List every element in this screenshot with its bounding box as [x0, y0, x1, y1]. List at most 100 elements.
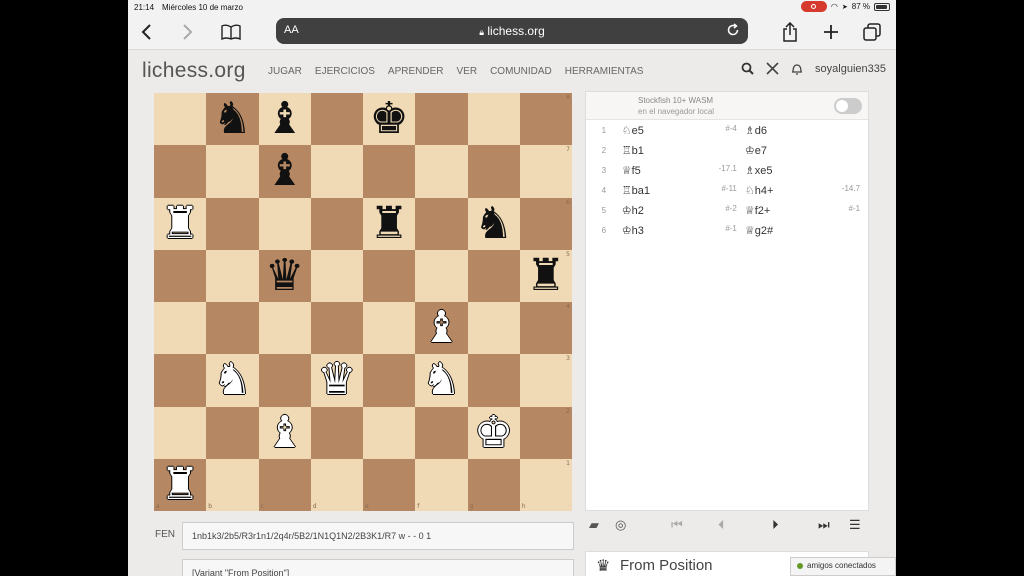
- notifications-bell-icon[interactable]: [791, 62, 803, 75]
- white-move[interactable]: ♖ba1 #-11: [622, 184, 745, 197]
- square-h2[interactable]: 2: [519, 406, 572, 459]
- square-e1[interactable]: e: [363, 458, 416, 511]
- white-knight-piece[interactable]: ♞: [213, 358, 252, 402]
- square-h3[interactable]: 3: [519, 354, 572, 407]
- square-c4[interactable]: [258, 302, 311, 355]
- square-e4[interactable]: [363, 302, 416, 355]
- nav-aprender[interactable]: APRENDER: [388, 66, 444, 77]
- nav-ver[interactable]: VER: [457, 66, 478, 77]
- white-king-piece[interactable]: ♚: [474, 410, 513, 455]
- square-d6[interactable]: [310, 197, 363, 250]
- square-d7[interactable]: [310, 145, 363, 198]
- square-c1[interactable]: c: [258, 458, 311, 511]
- white-rook-piece[interactable]: ♜: [160, 201, 199, 246]
- square-b7[interactable]: [206, 145, 259, 198]
- square-b5[interactable]: [206, 249, 259, 302]
- chess-board[interactable]: ♞ ♝ ♚ 8 ♝ 7 ♜ ♜ ♞ 6 ♛ ♜ 5 ♝ 4 ♞ ♛ ♞ 3 ♝ ♚ 2 ♜ a b c d e f g 1 h: [154, 93, 572, 511]
- square-e6[interactable]: ♜: [363, 197, 416, 250]
- black-king-piece[interactable]: ♚: [369, 97, 408, 141]
- engine-toggle[interactable]: [834, 98, 862, 114]
- black-rook-piece[interactable]: ♜: [369, 201, 408, 246]
- square-f1[interactable]: f: [415, 458, 468, 511]
- square-d8[interactable]: [310, 93, 363, 146]
- challenges-icon[interactable]: [766, 62, 779, 75]
- square-b4[interactable]: [206, 302, 259, 355]
- black-knight-piece[interactable]: ♞: [474, 201, 513, 246]
- tabs-overview-icon[interactable]: [861, 21, 883, 43]
- black-knight-piece[interactable]: ♞: [213, 97, 252, 141]
- forward-icon[interactable]: [176, 21, 198, 43]
- square-e8[interactable]: ♚: [363, 93, 416, 146]
- first-move-icon[interactable]: ⏮: [671, 517, 683, 533]
- square-d1[interactable]: d: [310, 458, 363, 511]
- previous-move-icon[interactable]: ⏴: [718, 517, 725, 533]
- target-icon[interactable]: ◎: [615, 517, 626, 533]
- white-rook-piece[interactable]: ♜: [160, 462, 199, 507]
- white-bishop-piece[interactable]: ♝: [265, 410, 304, 455]
- square-d2[interactable]: [310, 406, 363, 459]
- square-b3[interactable]: ♞: [206, 354, 259, 407]
- square-f6[interactable]: [415, 197, 468, 250]
- square-g3[interactable]: [467, 354, 520, 407]
- black-queen-piece[interactable]: ♛: [265, 253, 304, 298]
- nav-ejercicios[interactable]: EJERCICIOS: [315, 66, 375, 77]
- square-b8[interactable]: ♞: [206, 93, 259, 146]
- square-h7[interactable]: 7: [519, 145, 572, 198]
- menu-icon[interactable]: ☰: [849, 517, 861, 533]
- square-g8[interactable]: [467, 93, 520, 146]
- square-e2[interactable]: [363, 406, 416, 459]
- nav-herramientas[interactable]: HERRAMIENTAS: [565, 66, 644, 77]
- square-c5[interactable]: ♛: [258, 249, 311, 302]
- black-move[interactable]: ♔e7: [745, 144, 868, 157]
- square-c8[interactable]: ♝: [258, 93, 311, 146]
- lichess-logo[interactable]: lichess.org: [142, 59, 246, 83]
- square-h1[interactable]: 1h: [519, 458, 572, 511]
- square-f8[interactable]: [415, 93, 468, 146]
- square-f7[interactable]: [415, 145, 468, 198]
- new-tab-icon[interactable]: [820, 21, 842, 43]
- book-icon[interactable]: ▰: [589, 517, 599, 533]
- black-move[interactable]: ♗xe5: [745, 164, 868, 177]
- friends-online-button[interactable]: amigos conectados: [790, 557, 896, 576]
- square-c2[interactable]: ♝: [258, 406, 311, 459]
- square-g2[interactable]: ♚: [467, 406, 520, 459]
- white-move[interactable]: ♔h3 #-1: [622, 224, 745, 237]
- black-move[interactable]: ♗d6: [745, 124, 868, 137]
- black-move[interactable]: ♕f2+ #-1: [745, 204, 868, 217]
- square-a1[interactable]: ♜ a: [154, 458, 207, 511]
- address-bar[interactable]: AA 🔒︎ lichess.org: [276, 18, 748, 44]
- square-e7[interactable]: [363, 145, 416, 198]
- square-g6[interactable]: ♞: [467, 197, 520, 250]
- square-c7[interactable]: ♝: [258, 145, 311, 198]
- nav-jugar[interactable]: JUGAR: [268, 66, 302, 77]
- square-a4[interactable]: [154, 302, 207, 355]
- black-rook-piece[interactable]: ♜: [526, 253, 565, 298]
- white-knight-piece[interactable]: ♞: [422, 358, 461, 402]
- square-f5[interactable]: [415, 249, 468, 302]
- square-a3[interactable]: [154, 354, 207, 407]
- white-queen-piece[interactable]: ♛: [317, 358, 356, 402]
- reload-icon[interactable]: [726, 23, 740, 37]
- square-d4[interactable]: [310, 302, 363, 355]
- next-move-icon[interactable]: ⏵: [772, 517, 779, 533]
- square-e3[interactable]: [363, 354, 416, 407]
- square-b2[interactable]: [206, 406, 259, 459]
- square-c6[interactable]: [258, 197, 311, 250]
- nav-comunidad[interactable]: COMUNIDAD: [490, 66, 552, 77]
- square-h6[interactable]: 6: [519, 197, 572, 250]
- square-g5[interactable]: [467, 249, 520, 302]
- white-move[interactable]: ♕f5 -17.1: [622, 164, 745, 177]
- square-h4[interactable]: 4: [519, 302, 572, 355]
- square-b6[interactable]: [206, 197, 259, 250]
- username-link[interactable]: soyalguien335: [815, 63, 886, 75]
- square-g7[interactable]: [467, 145, 520, 198]
- white-move[interactable]: ♔h2 #-2: [622, 204, 745, 217]
- square-a8[interactable]: [154, 93, 207, 146]
- black-bishop-piece[interactable]: ♝: [265, 149, 304, 193]
- square-a7[interactable]: [154, 145, 207, 198]
- back-icon[interactable]: [136, 21, 158, 43]
- square-d3[interactable]: ♛: [310, 354, 363, 407]
- last-move-icon[interactable]: ⏭: [818, 517, 830, 533]
- square-a6[interactable]: ♜: [154, 197, 207, 250]
- square-g1[interactable]: g: [467, 458, 520, 511]
